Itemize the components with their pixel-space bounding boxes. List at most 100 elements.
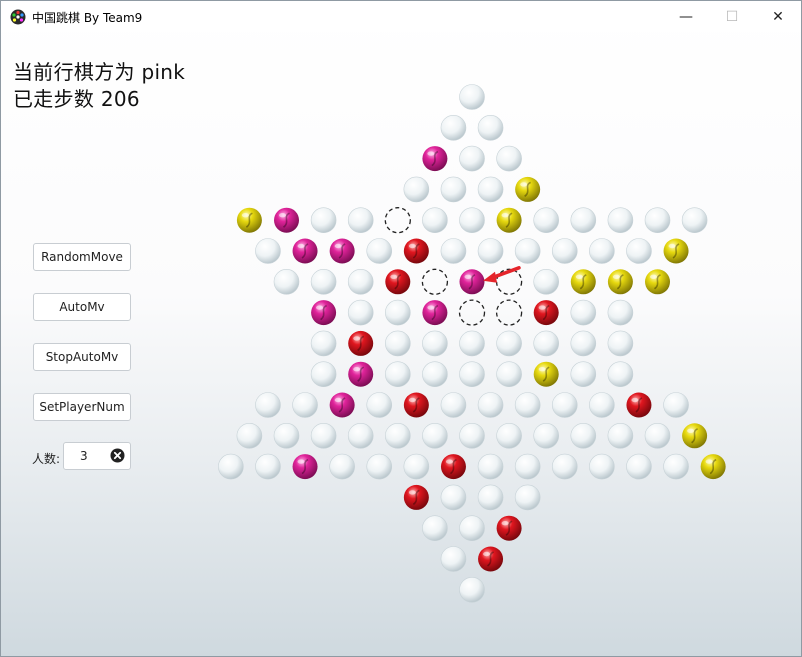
empty-hole[interactable] — [366, 392, 393, 418]
empty-hole[interactable] — [384, 361, 411, 388]
empty-hole[interactable] — [607, 422, 634, 449]
empty-hole[interactable] — [607, 330, 634, 357]
empty-hole[interactable] — [255, 392, 281, 418]
game-board[interactable] — [1, 1, 801, 656]
empty-hole[interactable] — [366, 238, 393, 264]
empty-hole[interactable] — [403, 453, 430, 480]
empty-hole[interactable] — [570, 330, 597, 357]
empty-hole[interactable] — [570, 299, 597, 326]
empty-hole[interactable] — [681, 207, 708, 233]
empty-hole[interactable] — [422, 515, 448, 542]
empty-hole[interactable] — [384, 422, 411, 449]
empty-hole[interactable] — [218, 453, 244, 480]
empty-hole[interactable] — [477, 176, 504, 203]
empty-hole[interactable] — [440, 238, 467, 264]
empty-hole[interactable] — [459, 422, 485, 449]
empty-hole[interactable] — [570, 207, 597, 233]
empty-hole[interactable] — [459, 207, 485, 233]
empty-hole[interactable] — [273, 422, 300, 449]
empty-hole[interactable] — [589, 238, 615, 264]
empty-hole[interactable] — [607, 207, 634, 233]
empty-hole[interactable] — [607, 299, 634, 326]
empty-hole[interactable] — [310, 422, 337, 449]
empty-hole[interactable] — [570, 422, 597, 449]
empty-hole[interactable] — [533, 422, 560, 449]
empty-hole[interactable] — [310, 207, 337, 233]
empty-hole[interactable] — [459, 145, 485, 172]
empty-hole[interactable] — [255, 238, 281, 264]
empty-hole[interactable] — [347, 268, 374, 295]
empty-hole[interactable] — [440, 484, 467, 511]
move-target-hole[interactable] — [421, 268, 449, 295]
empty-hole[interactable] — [459, 515, 485, 542]
empty-hole[interactable] — [292, 392, 318, 418]
piece-highlight — [408, 490, 416, 495]
empty-hole[interactable] — [551, 238, 578, 264]
empty-hole[interactable] — [310, 361, 337, 388]
empty-hole[interactable] — [607, 361, 634, 388]
empty-hole[interactable] — [514, 392, 541, 418]
empty-hole[interactable] — [477, 484, 504, 511]
empty-hole[interactable] — [551, 392, 578, 418]
empty-hole[interactable] — [459, 84, 485, 110]
empty-hole[interactable] — [551, 453, 578, 480]
empty-hole[interactable] — [570, 361, 597, 388]
empty-hole[interactable] — [347, 299, 374, 326]
empty-hole[interactable] — [273, 268, 300, 295]
piece-highlight — [316, 305, 324, 310]
empty-hole[interactable] — [440, 546, 467, 572]
empty-hole[interactable] — [310, 268, 337, 295]
move-target-hole[interactable] — [495, 299, 523, 326]
empty-hole[interactable] — [533, 268, 560, 295]
empty-hole[interactable] — [329, 453, 355, 480]
empty-hole[interactable] — [496, 361, 522, 388]
empty-hole[interactable] — [422, 422, 448, 449]
empty-hole[interactable] — [422, 330, 448, 357]
empty-hole[interactable] — [644, 422, 671, 449]
move-target-hole[interactable] — [458, 299, 486, 326]
empty-hole[interactable] — [459, 576, 485, 603]
piece-highlight — [353, 367, 361, 372]
empty-hole[interactable] — [496, 422, 522, 449]
empty-hole[interactable] — [347, 422, 374, 449]
empty-hole[interactable] — [626, 238, 652, 264]
empty-hole[interactable] — [310, 330, 337, 357]
empty-hole[interactable] — [533, 207, 560, 233]
empty-hole[interactable] — [384, 330, 411, 357]
empty-hole[interactable] — [514, 238, 541, 264]
empty-hole[interactable] — [496, 330, 522, 357]
empty-hole[interactable] — [403, 176, 430, 203]
empty-hole[interactable] — [459, 361, 485, 388]
empty-hole[interactable] — [533, 330, 560, 357]
empty-hole[interactable] — [440, 115, 467, 141]
empty-hole[interactable] — [477, 392, 504, 418]
empty-hole[interactable] — [384, 299, 411, 326]
empty-hole[interactable] — [496, 145, 522, 172]
piece-highlight — [612, 274, 620, 279]
empty-hole[interactable] — [644, 207, 671, 233]
piece-highlight — [501, 213, 509, 218]
piece-highlight — [390, 274, 398, 279]
empty-hole[interactable] — [440, 392, 467, 418]
empty-hole[interactable] — [477, 453, 504, 480]
empty-hole[interactable] — [347, 207, 374, 233]
empty-hole[interactable] — [366, 453, 393, 480]
empty-hole[interactable] — [440, 176, 467, 203]
piece-highlight — [464, 274, 472, 279]
empty-hole[interactable] — [255, 453, 281, 480]
empty-hole[interactable] — [589, 392, 615, 418]
empty-hole[interactable] — [663, 392, 689, 418]
empty-hole[interactable] — [459, 330, 485, 357]
empty-hole[interactable] — [514, 484, 541, 511]
piece-highlight — [297, 243, 305, 249]
empty-hole[interactable] — [236, 422, 263, 449]
empty-hole[interactable] — [477, 115, 504, 141]
empty-hole[interactable] — [626, 453, 652, 480]
empty-hole[interactable] — [589, 453, 615, 480]
empty-hole[interactable] — [422, 361, 448, 388]
move-target-hole[interactable] — [384, 207, 411, 234]
empty-hole[interactable] — [663, 453, 689, 480]
empty-hole[interactable] — [514, 453, 541, 480]
empty-hole[interactable] — [422, 207, 448, 233]
empty-hole[interactable] — [477, 238, 504, 264]
